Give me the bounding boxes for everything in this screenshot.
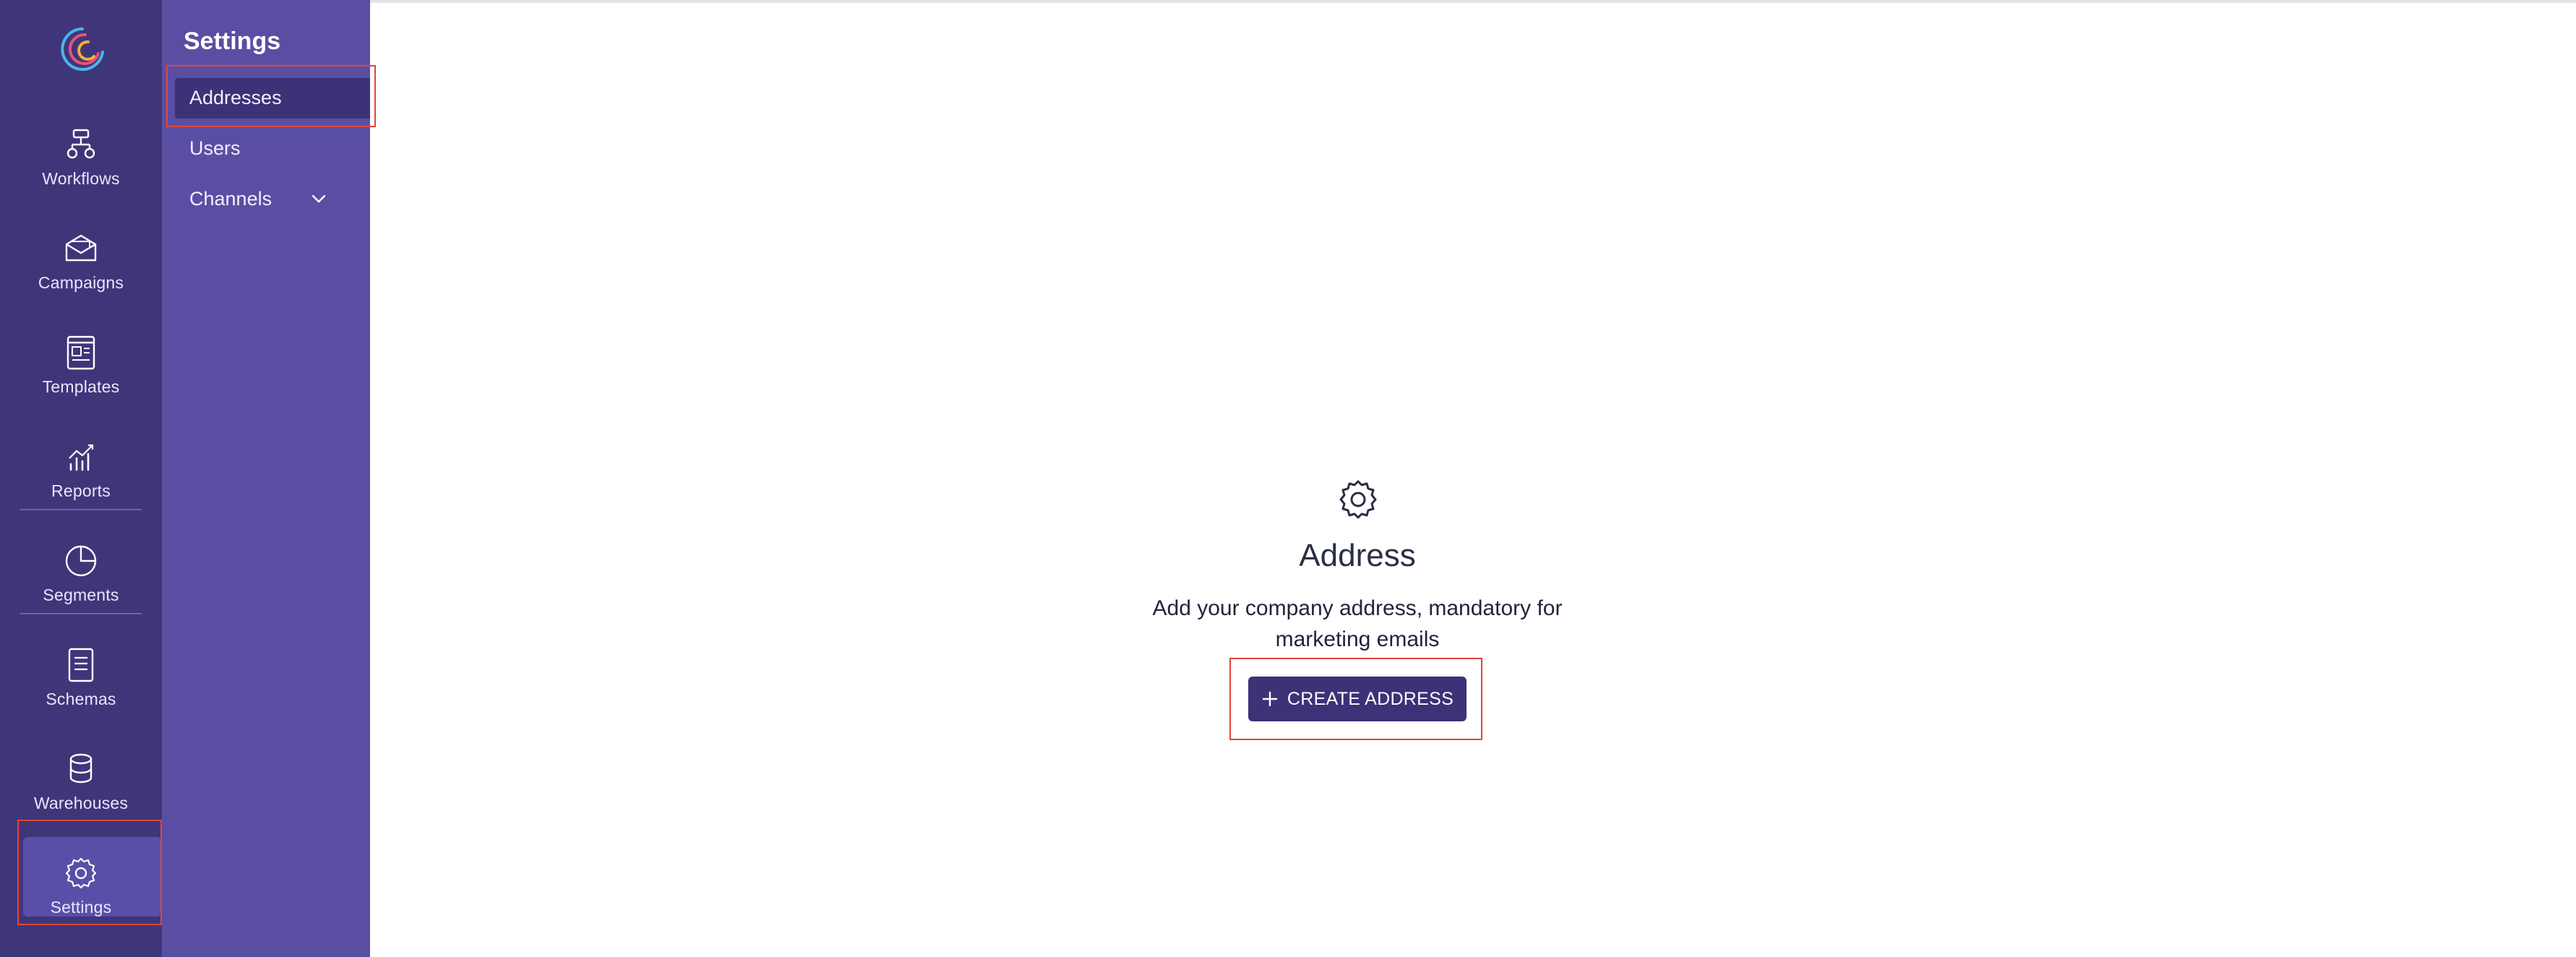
empty-state-title: Address bbox=[1299, 538, 1416, 573]
create-address-button[interactable]: CREATE ADDRESS bbox=[1248, 677, 1467, 721]
rail-divider bbox=[20, 509, 142, 510]
top-border bbox=[0, 0, 2576, 3]
nav-warehouses[interactable]: Warehouses bbox=[0, 733, 162, 827]
settings-item-label: Addresses bbox=[189, 87, 282, 108]
workflow-icon bbox=[66, 129, 95, 159]
settings-item-users[interactable]: Users bbox=[175, 129, 370, 169]
nav-reports-label: Reports bbox=[51, 481, 111, 500]
nav-reports[interactable]: Reports bbox=[0, 421, 162, 515]
app-logo-icon[interactable] bbox=[56, 23, 108, 75]
nav-campaigns[interactable]: Campaigns bbox=[0, 213, 162, 306]
chart-icon bbox=[69, 444, 94, 471]
nav-workflows-label: Workflows bbox=[42, 169, 120, 188]
database-icon bbox=[69, 753, 93, 784]
settings-item-addresses[interactable]: Addresses bbox=[175, 78, 370, 119]
panel-title: Settings bbox=[184, 27, 281, 55]
chevron-down-icon[interactable] bbox=[309, 189, 328, 208]
gear-icon bbox=[65, 857, 97, 889]
nav-segments[interactable]: Segments bbox=[0, 525, 162, 619]
settings-item-label: Channels bbox=[189, 188, 272, 210]
nav-workflows[interactable]: Workflows bbox=[0, 108, 162, 202]
nav-settings[interactable]: Settings bbox=[0, 837, 162, 931]
create-address-label: CREATE ADDRESS bbox=[1287, 688, 1454, 709]
nav-warehouses-label: Warehouses bbox=[33, 794, 129, 812]
empty-state-description: Add your company address, mandatory for … bbox=[1152, 596, 1563, 651]
gear-icon bbox=[1339, 480, 1377, 519]
nav-schemas[interactable]: Schemas bbox=[0, 629, 162, 723]
pie-icon bbox=[65, 545, 97, 577]
nav-templates[interactable]: Templates bbox=[0, 317, 162, 411]
plus-icon bbox=[1262, 691, 1278, 707]
settings-item-label: Users bbox=[189, 137, 241, 159]
nav-segments-label: Segments bbox=[43, 585, 119, 604]
main-nav-rail: Workflows Campaigns Templates Reports Se… bbox=[0, 0, 162, 957]
settings-item-channels[interactable]: Channels bbox=[175, 179, 370, 220]
nav-campaigns-label: Campaigns bbox=[38, 273, 124, 292]
settings-panel: Settings Addresses Users Channels bbox=[162, 0, 370, 957]
rail-divider bbox=[20, 613, 142, 614]
nav-templates-label: Templates bbox=[42, 377, 120, 396]
nav-settings-label: Settings bbox=[50, 898, 112, 917]
document-icon bbox=[68, 648, 94, 682]
nav-schemas-label: Schemas bbox=[46, 690, 116, 708]
template-icon bbox=[66, 335, 95, 370]
envelope-icon bbox=[65, 234, 97, 262]
